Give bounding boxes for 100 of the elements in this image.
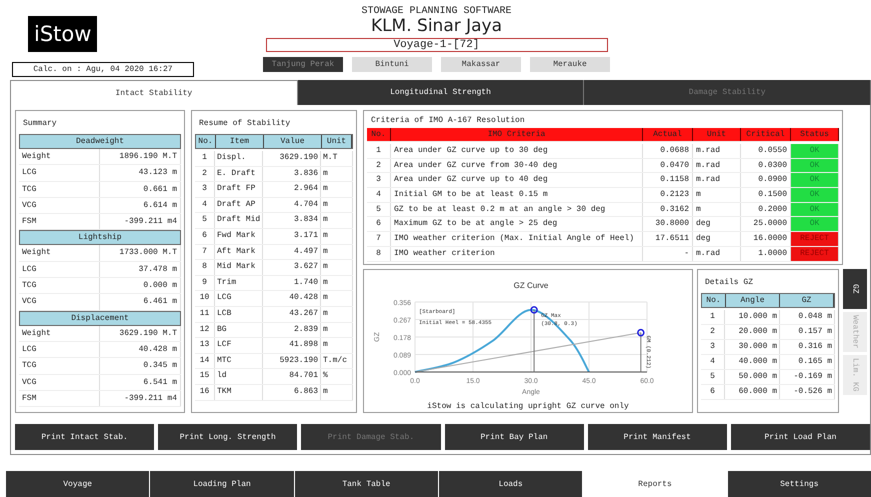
- table-cell: 30.000 m: [725, 340, 780, 354]
- table-cell: Mid Mark: [215, 260, 263, 275]
- table-cell: FSM: [19, 390, 100, 406]
- column-header: Status: [791, 128, 839, 141]
- table-cell: m: [321, 166, 353, 182]
- section-tab[interactable]: Longitudinal Strength: [298, 80, 584, 105]
- port-tab[interactable]: Tanjung Perak: [263, 57, 343, 72]
- table-cell: 4.497: [263, 244, 321, 260]
- column-header: Unit: [322, 135, 352, 148]
- table-cell: 5: [367, 202, 391, 216]
- table-cell: ld: [215, 369, 263, 384]
- table-cell: TKM: [215, 384, 263, 400]
- table-cell: 15: [195, 369, 215, 384]
- table-cell: BG: [215, 322, 263, 338]
- port-tab[interactable]: Makassar: [441, 57, 521, 72]
- column-header: Critical: [741, 128, 791, 141]
- port-tab[interactable]: Bintuni: [352, 57, 432, 72]
- column-header: No.: [367, 128, 391, 141]
- table-cell: 10.000 m: [725, 310, 780, 324]
- table-cell: -0.169 m: [780, 370, 835, 384]
- port-tab[interactable]: Merauke: [530, 57, 610, 72]
- print-button[interactable]: Print Intact Stab.: [15, 424, 154, 450]
- table-cell: Initial GM to be at least 0.15 m: [391, 188, 643, 202]
- table-cell: 6: [195, 228, 215, 244]
- column-header: No.: [196, 135, 216, 148]
- software-title: STOWAGE PLANNING SOFTWARE: [361, 6, 512, 17]
- nav-tab[interactable]: Tank Table: [294, 471, 438, 497]
- table-cell: LCG: [19, 165, 100, 181]
- print-button[interactable]: Print Load Plan: [730, 424, 870, 450]
- column-header: IMO Criteria: [391, 128, 643, 141]
- table-cell: Draft Mid: [215, 213, 263, 228]
- table-cell: 6.461 m: [100, 294, 181, 310]
- table-cell: 0.165 m: [780, 354, 835, 368]
- table-cell: 1.740: [263, 276, 321, 290]
- table-cell: 3: [195, 182, 215, 197]
- status-badge: OK: [791, 144, 839, 158]
- table-cell: GZ to be at least 0.2 m at an angle > 30 deg: [391, 202, 643, 216]
- table-cell: m: [321, 198, 353, 212]
- nav-tab[interactable]: Loading Plan: [150, 471, 294, 497]
- table-cell: 84.701: [263, 369, 321, 384]
- column-header: Value: [264, 135, 322, 148]
- table-cell: 9: [195, 276, 215, 290]
- table-cell: 6: [367, 217, 391, 232]
- print-button[interactable]: Print Manifest: [588, 424, 727, 450]
- column-header: No.: [702, 294, 726, 306]
- table-cell: 0.048 m: [780, 310, 835, 324]
- table-cell: VCG: [19, 294, 100, 310]
- table-cell: 0.345 m: [100, 358, 181, 374]
- section-tab[interactable]: Intact Stability: [10, 80, 298, 105]
- table-cell: Fwd Mark: [215, 228, 263, 244]
- table-cell: Area under GZ curve from 30-40 deg: [391, 158, 643, 172]
- table-cell: m: [321, 260, 353, 275]
- table-cell: VCG: [19, 198, 100, 214]
- table-cell: 1: [195, 151, 215, 166]
- table-cell: m: [321, 228, 353, 244]
- column-header: GZ: [780, 294, 834, 306]
- table-cell: IMO weather criterion (Max. Initial Angle of Heel): [391, 232, 643, 246]
- table-cell: m: [321, 306, 353, 322]
- point-marker: [530, 306, 538, 314]
- table-cell: Displ.: [215, 151, 263, 166]
- nav-tab[interactable]: Settings: [728, 471, 871, 497]
- table-cell: 6: [701, 384, 725, 398]
- table-cell: 30.8000: [643, 217, 693, 232]
- table-cell: 6.541 m: [100, 374, 181, 390]
- table-cell: Weight: [19, 245, 100, 261]
- table-cell: LCG: [215, 291, 263, 306]
- reference-line: [534, 308, 535, 372]
- table-cell: 2: [367, 158, 391, 172]
- status-badge: REJECT: [791, 246, 839, 261]
- table-cell: 60.000 m: [725, 384, 780, 398]
- group-header: Displacement: [19, 310, 181, 326]
- table-cell: 3629.190: [263, 151, 321, 166]
- table-cell: Aft Mark: [215, 244, 263, 260]
- side-tab[interactable]: GZ: [843, 268, 867, 308]
- column-header: Unit: [693, 128, 741, 141]
- table-cell: LCF: [215, 338, 263, 353]
- nav-tab[interactable]: Voyage: [6, 471, 150, 497]
- table-cell: 11: [195, 306, 215, 322]
- voyage-field[interactable]: Voyage-1-[72]: [266, 38, 608, 52]
- table-cell: 3.834: [263, 213, 321, 228]
- table-cell: IMO weather criterion: [391, 246, 643, 261]
- table-cell: TCG: [19, 182, 100, 197]
- table-cell: m: [321, 291, 353, 306]
- table-cell: 20.000 m: [725, 324, 780, 338]
- column-header: Angle: [726, 294, 780, 306]
- panel-title: Criteria of IMO A-167 Resolution: [370, 115, 526, 127]
- print-button[interactable]: Print Long. Strength: [158, 424, 298, 450]
- table-cell: m: [693, 188, 741, 202]
- table-cell: 37.478 m: [100, 262, 181, 278]
- table-cell: M.T: [321, 151, 353, 166]
- app-logo: iStow: [28, 16, 98, 52]
- table-cell: 40.428: [263, 291, 321, 306]
- table-cell: TCG: [19, 278, 100, 294]
- nav-tab[interactable]: Loads: [438, 471, 582, 497]
- table-cell: 8: [367, 246, 391, 261]
- panel-title: Resume of Stability: [198, 118, 292, 130]
- table-cell: 1733.000 M.T: [100, 245, 181, 261]
- table-cell: 5: [195, 213, 215, 228]
- print-button[interactable]: Print Bay Plan: [444, 424, 584, 450]
- status-badge: OK: [791, 173, 839, 188]
